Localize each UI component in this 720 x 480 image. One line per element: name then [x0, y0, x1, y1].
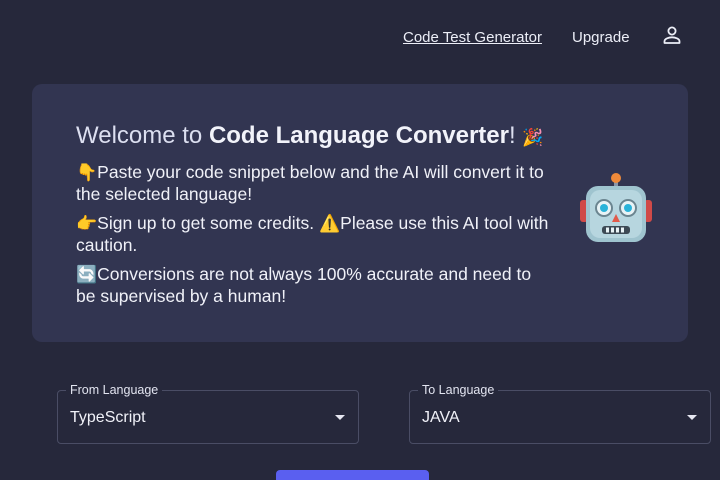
pointing-down-icon: 👇	[76, 163, 98, 183]
chevron-down-icon	[687, 415, 697, 420]
party-popper-icon: 🎉	[522, 128, 544, 148]
to-language-label: To Language	[418, 383, 499, 397]
welcome-line-paste-text: Paste your code snippet below and the AI…	[76, 162, 544, 204]
welcome-title-prefix: Welcome to	[76, 122, 209, 149]
chevron-down-icon	[335, 415, 345, 420]
convert-button[interactable]	[276, 470, 429, 480]
repeat-icon: 🔄	[76, 265, 98, 285]
welcome-line-accuracy-text: Conversions are not always 100% accurate…	[76, 264, 532, 306]
nav-upgrade-link[interactable]: Upgrade	[572, 29, 630, 46]
welcome-line-signup: 👉Sign up to get some credits. ⚠️Please u…	[76, 213, 552, 256]
welcome-title-suffix: !	[508, 122, 516, 149]
welcome-card: Welcome to Code Language Converter! 🎉 👇P…	[32, 84, 688, 342]
welcome-title-app-name: Code Language Converter	[208, 122, 509, 149]
welcome-line-paste: 👇Paste your code snippet below and the A…	[76, 162, 552, 205]
warning-icon: ⚠️	[318, 214, 341, 234]
to-language-select[interactable]: JAVA	[409, 390, 711, 444]
pointing-right-icon: 👉	[76, 214, 98, 234]
page: Code Test Generator Upgrade Welcome to C…	[0, 0, 720, 480]
welcome-description: 👇Paste your code snippet below and the A…	[76, 162, 552, 315]
user-icon[interactable]	[661, 24, 683, 46]
nav-code-test-generator-link[interactable]: Code Test Generator	[403, 29, 542, 46]
welcome-line-signup-text: Sign up to get some credits.	[97, 213, 319, 233]
welcome-line-accuracy: 🔄Conversions are not always 100% accurat…	[76, 264, 552, 307]
robot-icon	[580, 173, 652, 242]
from-language-value: TypeScript	[70, 409, 146, 426]
from-language-select[interactable]: TypeScript	[57, 390, 359, 444]
to-language-value: JAVA	[422, 409, 460, 426]
from-language-label: From Language	[66, 383, 163, 397]
welcome-title: Welcome to Code Language Converter! 🎉	[76, 122, 544, 150]
